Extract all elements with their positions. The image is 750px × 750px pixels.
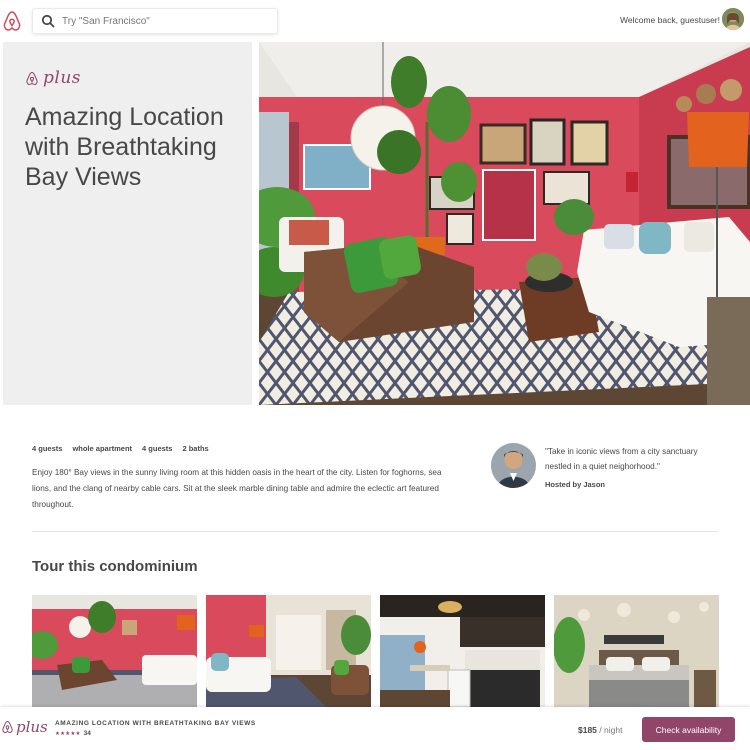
airbnb-belo-icon — [26, 71, 38, 85]
top-header: Welcome back, guestuser! — [0, 0, 750, 42]
bar-plus-wordmark: plus — [16, 718, 48, 736]
hero-photo[interactable] — [259, 42, 750, 405]
hero-panel: plus Amazing Location with Breathtaking … — [3, 42, 252, 405]
tour-photo-bedroom[interactable] — [554, 595, 719, 707]
welcome-message: Welcome back, guestuser! — [620, 15, 720, 25]
tour-photo-strip — [32, 595, 719, 707]
tour-photo-sitting-area[interactable] — [206, 595, 371, 707]
host-quote: "Take in iconic views from a city sanctu… — [545, 447, 698, 471]
airbnb-logo-icon[interactable] — [3, 10, 21, 32]
listing-title: Amazing Location with Breathtaking Bay V… — [25, 103, 224, 191]
fact-guests-2: 4 guests — [142, 444, 173, 453]
price-unit: / night — [596, 725, 623, 735]
plus-wordmark: plus — [43, 68, 81, 88]
review-count: 34 — [83, 730, 91, 737]
rating[interactable]: ★★★★★ 34 — [55, 730, 91, 737]
price-amount: $185 — [578, 725, 597, 735]
star-rating-icon: ★★★★★ — [55, 730, 81, 737]
plus-logo: plus — [26, 67, 81, 89]
airbnb-belo-icon — [2, 721, 13, 733]
section-divider — [32, 531, 718, 532]
nightly-price: $185 / night — [578, 725, 622, 735]
tour-photo-living-room[interactable] — [32, 595, 197, 707]
fact-guests: 4 guests — [32, 444, 63, 453]
bar-plus-logo: plus — [2, 718, 48, 736]
tour-photo-kitchen[interactable] — [380, 595, 545, 707]
search-bar[interactable] — [32, 8, 278, 34]
host-avatar[interactable] — [491, 443, 536, 488]
listing-facts: 4 guests whole apartment 4 guests 2 bath… — [32, 444, 209, 453]
tour-section-title: Tour this condominium — [32, 558, 198, 575]
bar-listing-title: AMAZING LOCATION WITH BREATHTAKING BAY V… — [55, 720, 256, 727]
fact-type: whole apartment — [72, 444, 133, 453]
search-input[interactable] — [62, 15, 262, 27]
search-icon — [41, 14, 55, 28]
hosted-by[interactable]: Hosted by Jason — [545, 480, 605, 489]
listing-description: Enjoy 180° Bay views in the sunny living… — [32, 468, 442, 509]
check-availability-button[interactable]: Check availability — [642, 717, 735, 742]
booking-bar: plus AMAZING LOCATION WITH BREATHTAKING … — [0, 707, 750, 750]
fact-baths: 2 baths — [182, 444, 209, 453]
user-avatar[interactable] — [722, 8, 744, 30]
